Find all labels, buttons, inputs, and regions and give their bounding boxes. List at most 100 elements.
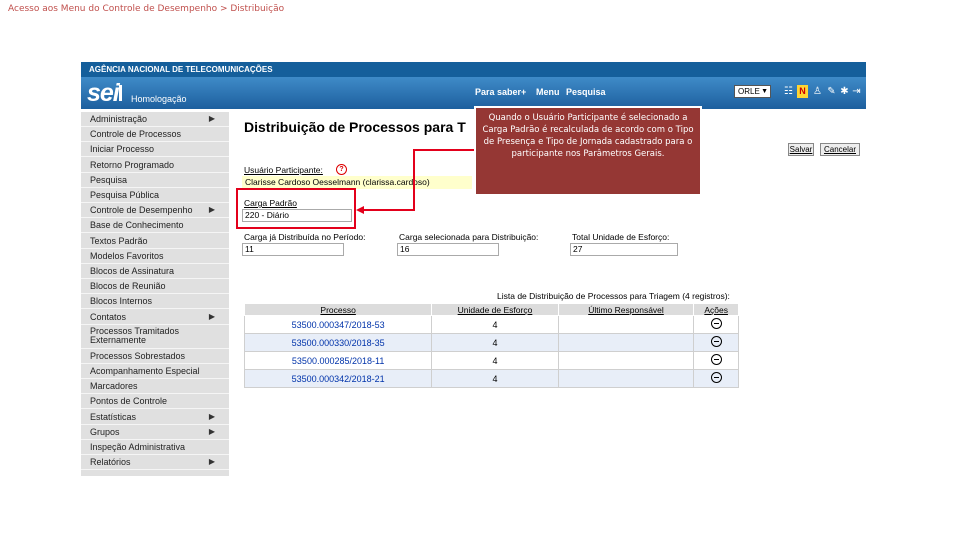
sidebar-item-label: Inspeção Administrativa bbox=[90, 442, 186, 452]
page-title: Distribuição de Processos para T bbox=[244, 119, 466, 135]
sidebar-item[interactable]: Blocos de Assinatura bbox=[81, 264, 229, 279]
table-header-row: Processo Unidade de Esforço Último Respo… bbox=[243, 303, 739, 316]
sidebar-item[interactable]: Controle de Desempenho ▶ bbox=[81, 203, 229, 219]
n-icon[interactable]: N bbox=[797, 85, 808, 98]
chevron-right-icon: ▶ bbox=[208, 457, 215, 467]
process-link[interactable]: 53500.000347/2018-53 bbox=[292, 320, 385, 330]
sidebar-item[interactable]: Pontos de Controle bbox=[81, 394, 229, 410]
process-link[interactable]: 53500.000285/2018-11 bbox=[292, 356, 384, 366]
sidebar-item[interactable]: Iniciar Processo bbox=[81, 142, 229, 158]
table-row: 53500.000330/2018-35 4 bbox=[243, 333, 739, 352]
col-processo[interactable]: Processo bbox=[243, 303, 433, 316]
sidebar-item-label: Grupos bbox=[90, 426, 120, 437]
sidebar-item[interactable]: Administração ▶ bbox=[81, 112, 229, 127]
sidebar-item[interactable]: Modelos Favoritos bbox=[81, 249, 229, 264]
remove-icon[interactable] bbox=[710, 336, 722, 347]
remove-icon[interactable] bbox=[710, 354, 722, 365]
responsavel-cell bbox=[557, 333, 695, 352]
sidebar-item[interactable]: Processos Sobrestados bbox=[81, 349, 229, 364]
sidebar-item[interactable]: Pesquisa Pública bbox=[81, 188, 229, 203]
process-link[interactable]: 53500.000330/2018-35 bbox=[292, 338, 385, 348]
agency-bar: AGÊNCIA NACIONAL DE TELECOMUNICAÇÕES bbox=[81, 62, 866, 77]
sidebar-item-label: Acompanhamento Especial bbox=[90, 366, 200, 376]
sei-logo[interactable]: sei bbox=[87, 79, 120, 108]
remove-icon[interactable] bbox=[710, 372, 722, 383]
sidebar-item-label: Base de Conhecimento bbox=[90, 220, 184, 231]
col-acoes: Ações bbox=[693, 303, 739, 316]
sidebar-item[interactable]: Marcadores bbox=[81, 379, 229, 395]
sidebar-item-label: Relatórios bbox=[90, 457, 131, 468]
sidebar-item-label: Blocos Internos bbox=[90, 296, 153, 307]
sidebar-item[interactable]: Relatórios ▶ bbox=[81, 455, 229, 471]
load-highlight-box bbox=[236, 188, 356, 229]
distributed-field[interactable]: 11 bbox=[242, 243, 344, 256]
sidebar-item[interactable]: Estatísticas ▶ bbox=[81, 410, 229, 425]
chevron-right-icon: ▶ bbox=[208, 205, 215, 215]
sidebar-item[interactable]: Blocos de Reunião bbox=[81, 279, 229, 295]
selected-field[interactable]: 16 bbox=[397, 243, 499, 256]
sidebar-item[interactable]: Grupos ▶ bbox=[81, 425, 229, 440]
chevron-right-icon: ▶ bbox=[208, 426, 215, 436]
table-row: 53500.000285/2018-11 4 bbox=[243, 351, 739, 370]
participant-label: Usuário Participante: bbox=[244, 165, 323, 175]
esforco-cell: 4 bbox=[431, 351, 559, 370]
remove-icon[interactable] bbox=[710, 318, 722, 329]
sidebar-item[interactable]: Processos Tramitados Externamente bbox=[81, 325, 229, 349]
sidebar-item-label: Pesquisa bbox=[90, 174, 128, 185]
orgao-select[interactable]: ORLE ▼ bbox=[734, 85, 771, 98]
total-field[interactable]: 27 bbox=[570, 243, 678, 256]
logout-icon[interactable]: ⇥ bbox=[851, 85, 862, 98]
sidebar-item-label: Administração bbox=[90, 114, 148, 124]
sidebar-item[interactable]: Retorno Programado bbox=[81, 158, 229, 173]
col-responsavel[interactable]: Último Responsável bbox=[557, 303, 695, 316]
selected-label: Carga selecionada para Distribuição: bbox=[399, 232, 539, 242]
sidebar-item-label: Processos Tramitados Externamente bbox=[90, 325, 180, 345]
sidebar-item[interactable]: Textos Padrão bbox=[81, 234, 229, 249]
chevron-right-icon: ▶ bbox=[208, 311, 215, 321]
sidebar-item[interactable]: Base de Conhecimento bbox=[81, 218, 229, 234]
process-link[interactable]: 53500.000342/2018-21 bbox=[292, 374, 385, 384]
sidebar-item-label: Processos Sobrestados bbox=[90, 350, 186, 361]
nav-menu[interactable]: Menu bbox=[536, 87, 560, 97]
responsavel-cell bbox=[557, 369, 695, 388]
tools-icon[interactable]: ✎ bbox=[826, 85, 837, 98]
sidebar-item-label: Marcadores bbox=[90, 381, 138, 392]
sidebar-item-label: Estatísticas bbox=[90, 411, 137, 422]
sidebar-item[interactable]: Blocos Internos bbox=[81, 294, 229, 310]
user-icon[interactable]: ♙ bbox=[812, 85, 823, 98]
sidebar-item[interactable]: Controle de Processos bbox=[81, 127, 229, 143]
sidebar-item-label: Textos Padrão bbox=[90, 235, 148, 246]
cancel-button[interactable]: Cancelar bbox=[820, 143, 860, 156]
sidebar-item-label: Iniciar Processo bbox=[90, 144, 155, 155]
col-esforco[interactable]: Unidade de Esforço bbox=[431, 303, 559, 316]
app-header: sei Homologação Para saber+ Menu Pesquis… bbox=[81, 77, 866, 109]
nav-pesquisa[interactable]: Pesquisa bbox=[566, 87, 606, 97]
process-table: Processo Unidade de Esforço Último Respo… bbox=[243, 303, 739, 388]
sidebar-item-label: Modelos Favoritos bbox=[90, 250, 164, 261]
agency-name: AGÊNCIA NACIONAL DE TELECOMUNICAÇÕES bbox=[89, 65, 273, 74]
responsavel-cell bbox=[557, 315, 695, 334]
sidebar-item[interactable]: Contatos ▶ bbox=[81, 310, 229, 325]
logo-bar bbox=[119, 85, 122, 101]
slide-title: Acesso aos Menu do Controle de Desempenh… bbox=[8, 4, 285, 14]
chevron-right-icon: ▶ bbox=[208, 411, 215, 421]
orgao-select-value: ORLE bbox=[738, 87, 760, 96]
sidebar-item[interactable]: Inspeção Administrativa bbox=[81, 440, 229, 455]
table-row: 53500.000347/2018-53 4 bbox=[243, 315, 739, 334]
chevron-down-icon: ▼ bbox=[761, 88, 768, 95]
help-icon[interactable]: ? bbox=[336, 164, 347, 175]
esforco-cell: 4 bbox=[431, 369, 559, 388]
esforco-cell: 4 bbox=[431, 315, 559, 334]
sidebar-item-label: Blocos de Assinatura bbox=[90, 266, 175, 276]
save-button[interactable]: Salvar bbox=[788, 143, 814, 156]
sidebar-item-label: Contatos bbox=[90, 311, 127, 322]
sidebar-item[interactable]: Pesquisa bbox=[81, 173, 229, 188]
nav-para-saber[interactable]: Para saber+ bbox=[475, 87, 526, 97]
esforco-cell: 4 bbox=[431, 333, 559, 352]
grid-icon[interactable]: ☷ bbox=[783, 85, 794, 98]
gear-icon[interactable]: ✱ bbox=[839, 85, 850, 98]
table-row: 53500.000342/2018-21 4 bbox=[243, 369, 739, 388]
total-label: Total Unidade de Esforço: bbox=[572, 232, 670, 242]
sidebar-item[interactable]: Acompanhamento Especial bbox=[81, 364, 229, 379]
sidebar-item-label: Pontos de Controle bbox=[90, 396, 168, 407]
